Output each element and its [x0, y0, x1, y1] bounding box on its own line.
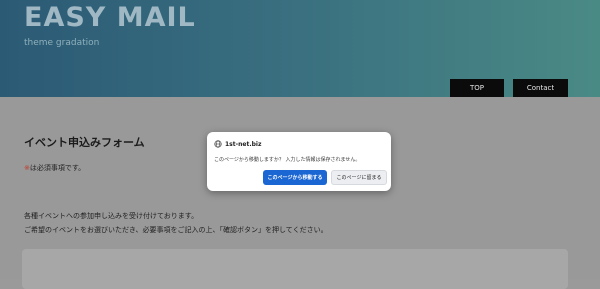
dialog-message: このページから移動しますか？ 入力した情報は保存されません。: [214, 157, 361, 163]
nav-contact-button[interactable]: Contact: [513, 79, 568, 97]
required-text: は必須事項です。: [29, 164, 86, 172]
leave-page-button[interactable]: このページから移動する: [263, 170, 327, 185]
site-subtitle: theme gradation: [24, 38, 100, 48]
site-title[interactable]: EASY MAIL: [24, 2, 196, 33]
nav-top-button[interactable]: TOP: [450, 79, 504, 97]
form-card: [22, 249, 568, 289]
required-note: ※は必須事項です。: [24, 163, 85, 173]
leave-page-dialog: 1st-net.biz このページから移動しますか？ 入力した情報は保存されませ…: [207, 132, 391, 191]
site-header: EASY MAIL theme gradation TOP Contact: [0, 0, 600, 97]
dialog-host-label: 1st-net.biz: [225, 140, 262, 148]
dialog-host: 1st-net.biz: [214, 140, 261, 148]
page-title: イベント申込みフォーム: [24, 136, 145, 149]
globe-icon: [214, 140, 222, 148]
stay-on-page-button[interactable]: このページに留まる: [331, 170, 387, 185]
intro-text-line-2: ご希望のイベントをお選びいただき、必要事項をご記入の上、「確認ボタン」を押してく…: [24, 226, 328, 234]
intro-text-line-1: 各種イベントへの参加申し込みを受け付けております。: [24, 212, 199, 220]
